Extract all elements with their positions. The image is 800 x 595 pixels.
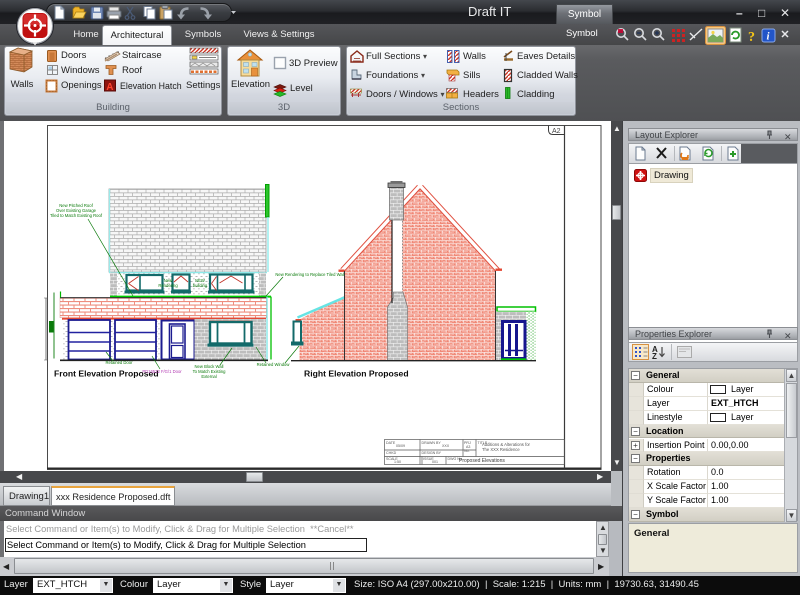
svg-text:New Rendering to Replace Tile: New Rendering to Replace Tiled Wall <box>275 272 344 277</box>
svg-text:A: A <box>106 82 113 93</box>
svg-text:Retained Door: Retained Door <box>105 360 133 365</box>
svg-text:DESIGN BY: DESIGN BY <box>422 451 442 455</box>
svg-text:No.: No. <box>464 449 470 453</box>
svg-text:External: External <box>201 374 216 379</box>
svg-text:?: ? <box>748 30 755 45</box>
svg-text:DATE: DATE <box>386 441 396 445</box>
svg-text:Right Elevation Proposed: Right Elevation Proposed <box>304 369 409 379</box>
svg-text:001: 001 <box>432 460 438 464</box>
svg-text:Z: Z <box>652 352 657 361</box>
svg-text:Rendering: Rendering <box>158 283 178 288</box>
svg-text:XXX: XXX <box>442 444 450 448</box>
svg-text:A2: A2 <box>552 128 561 135</box>
svg-text:1:50: 1:50 <box>394 460 401 464</box>
svg-text:The XXX Residence: The XXX Residence <box>482 447 520 452</box>
svg-text:CHKD: CHKD <box>386 451 397 455</box>
svg-text:PD16532 F/G/1 Door: PD16532 F/G/1 Door <box>142 369 182 374</box>
svg-text:05/09: 05/09 <box>396 444 405 448</box>
svg-text:Proposed Elevations: Proposed Elevations <box>459 458 505 464</box>
svg-text:Tiled to Match Existing Roof: Tiled to Match Existing Roof <box>50 213 103 218</box>
svg-text:building: building <box>193 283 208 288</box>
svg-text:DRAWN BY: DRAWN BY <box>422 441 442 445</box>
